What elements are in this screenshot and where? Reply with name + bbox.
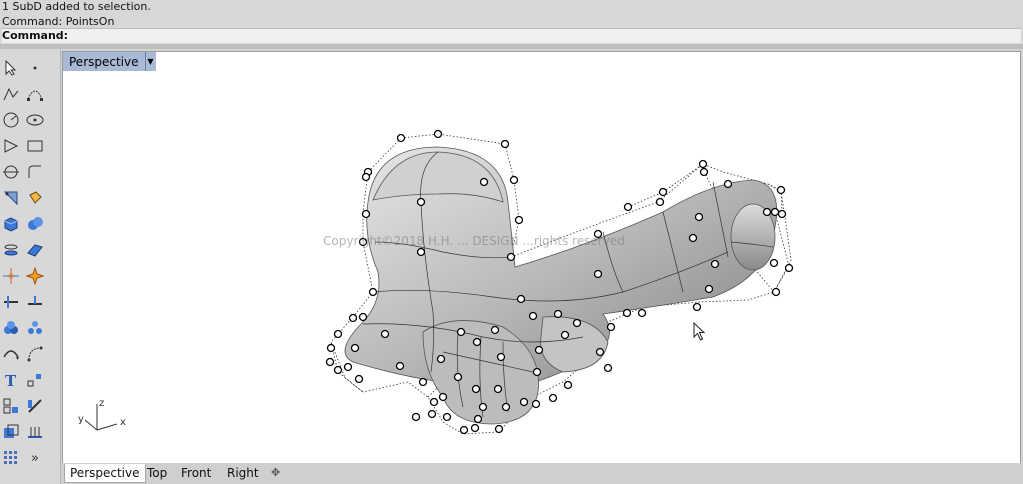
arc-icon[interactable]: [0, 161, 22, 183]
fillet-icon[interactable]: [0, 187, 22, 209]
perspective-viewport[interactable]: Perspective ▼ Copyright©2018 H.H. ... DE…: [62, 51, 1021, 464]
tab-front[interactable]: Front: [176, 464, 216, 482]
axis-x-label: x: [120, 417, 126, 428]
dimension-icon[interactable]: [24, 369, 46, 391]
grid-icon[interactable]: [0, 447, 22, 469]
extrude-icon[interactable]: [24, 187, 46, 209]
cylinder-icon[interactable]: [0, 239, 22, 261]
point-icon[interactable]: [24, 57, 46, 79]
tab-right[interactable]: Right: [222, 464, 264, 482]
curve-from-object-icon[interactable]: [0, 343, 22, 365]
points-on-icon[interactable]: [24, 317, 46, 339]
sphere-icon[interactable]: [24, 213, 46, 235]
lights-icon[interactable]: [24, 421, 46, 443]
world-axis-icon: z x y: [78, 398, 126, 431]
copyright-watermark: Copyright©2018 H.H. ... DESIGN ...rights…: [323, 234, 625, 248]
svg-text:T: T: [5, 372, 17, 389]
curve-cv-icon[interactable]: [24, 83, 46, 105]
subd-model[interactable]: [63, 52, 1020, 463]
axis-z-label: z: [99, 398, 104, 409]
text-icon[interactable]: T: [0, 369, 22, 391]
transform-icon[interactable]: [0, 395, 22, 417]
command-history: 1 SubD added to selection. Command: Poin…: [0, 0, 1023, 44]
tab-top[interactable]: Top: [142, 464, 172, 482]
box-icon[interactable]: [0, 213, 22, 235]
explode-icon[interactable]: [24, 265, 46, 287]
axis-y-label: y: [78, 414, 84, 425]
separator: [0, 44, 1023, 49]
tab-perspective[interactable]: Perspective: [64, 464, 146, 483]
command-history-line: 1 SubD added to selection.: [2, 0, 151, 13]
main-toolbar: T »: [0, 49, 61, 484]
group-icon[interactable]: [0, 317, 22, 339]
offset-icon[interactable]: [24, 343, 46, 365]
polygon-icon[interactable]: [0, 135, 22, 157]
trim-icon[interactable]: [24, 161, 46, 183]
viewport-tabs: Perspective Top Front Right ✥: [62, 463, 1023, 484]
command-history-line: Command: PointsOn: [2, 15, 115, 28]
rectangle-icon[interactable]: [24, 135, 46, 157]
more-icon[interactable]: »: [24, 447, 46, 469]
polyline-icon[interactable]: [0, 83, 22, 105]
plane-icon[interactable]: [24, 239, 46, 261]
select-arrow-icon[interactable]: [0, 57, 22, 79]
mouse-cursor-icon: [693, 322, 706, 341]
ellipse-icon[interactable]: [24, 109, 46, 131]
circle-icon[interactable]: [0, 109, 22, 131]
add-tab-icon[interactable]: ✥: [266, 464, 285, 482]
render-icon[interactable]: [0, 421, 22, 443]
gumball-icon[interactable]: [0, 265, 22, 287]
boolean-icon[interactable]: [24, 291, 46, 313]
split-icon[interactable]: [0, 291, 22, 313]
snap-icon[interactable]: [24, 395, 46, 417]
command-prompt[interactable]: Command:: [2, 28, 1021, 43]
